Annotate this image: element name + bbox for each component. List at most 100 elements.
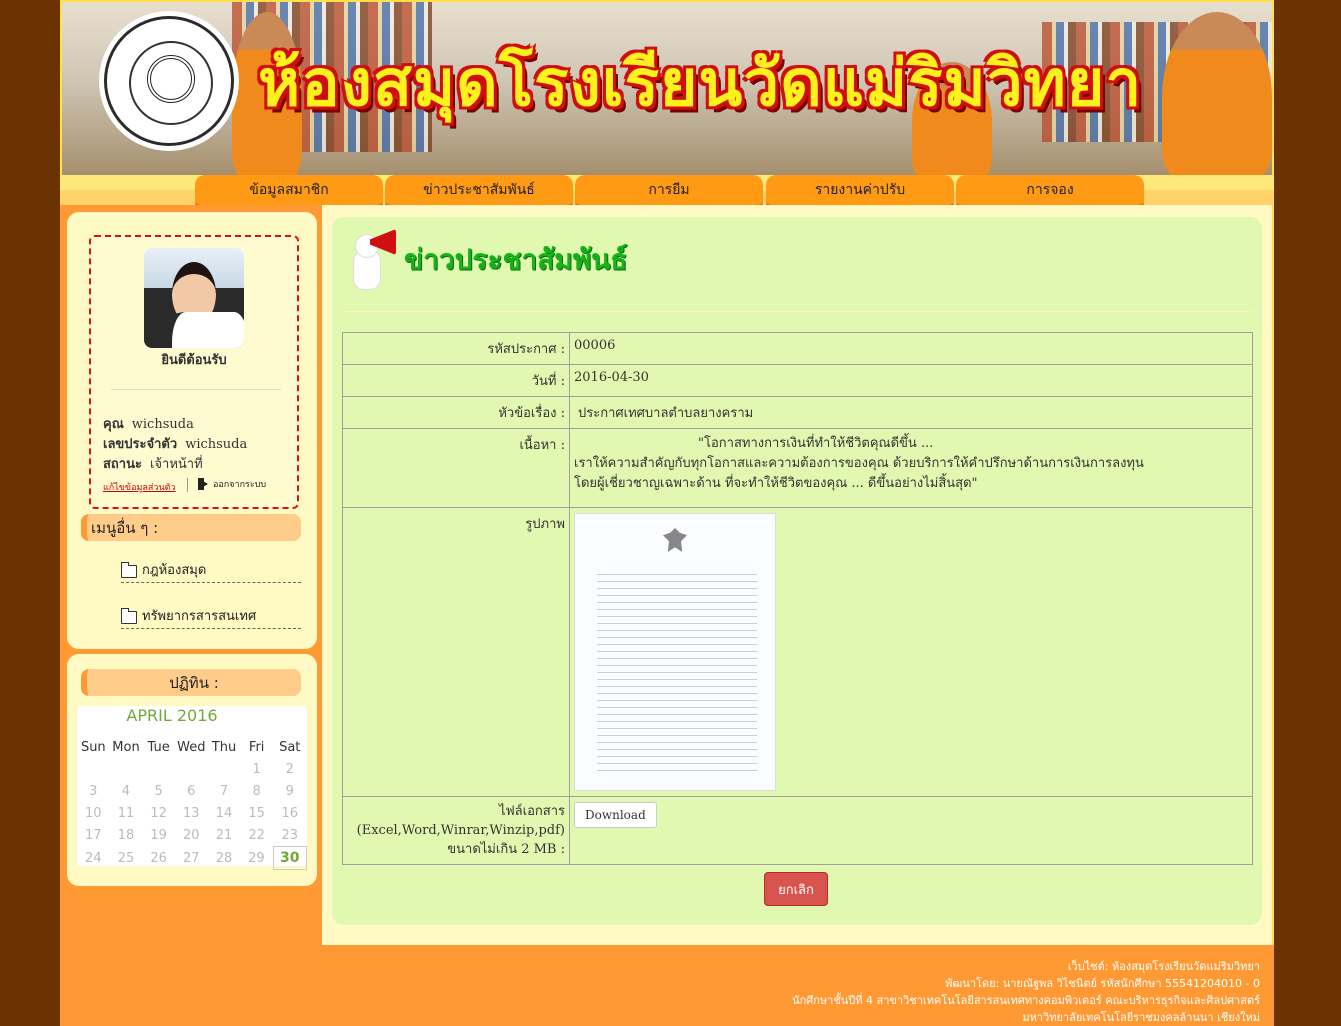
divider	[187, 478, 188, 492]
calendar-day[interactable]: 29	[240, 847, 273, 870]
calendar-day[interactable]: 24	[77, 847, 110, 870]
cancel-button[interactable]: ยกเลิก	[764, 872, 828, 906]
calendar-day[interactable]: 4	[110, 780, 143, 802]
date-label: วันที่ :	[342, 364, 570, 397]
content-label: เนื้อหา :	[342, 428, 570, 508]
announcement-image[interactable]	[574, 513, 776, 791]
nav-item-news[interactable]: ข่าวประชาสัมพันธ์	[385, 175, 573, 208]
calendar-day[interactable]: 22	[240, 824, 273, 847]
calendar-day	[175, 758, 208, 780]
document-text-lines	[597, 574, 757, 774]
table-row: เนื้อหา : "โอกาสทางการเงินที่ทำให้ชีวิตค…	[342, 428, 1253, 508]
calendar-day[interactable]: 15	[240, 802, 273, 824]
download-button[interactable]: Download	[574, 802, 657, 828]
nav-item-borrow[interactable]: การยืม	[575, 175, 763, 208]
calendar-day[interactable]: 26	[142, 847, 175, 870]
nav-item-fine-report[interactable]: รายงานค่าปรับ	[766, 175, 954, 208]
menu-item-label: กฎห้องสมุด	[142, 562, 207, 578]
divider	[342, 311, 1252, 312]
weekday-header: Sat	[279, 739, 301, 755]
monk-image	[1162, 12, 1272, 175]
calendar-day[interactable]: 21	[208, 824, 241, 847]
footer-university: มหาวิทยาลัยเทคโนโลยีราชมงคลล้านนา เชียงใ…	[1022, 1011, 1260, 1024]
content-line: โดยผู้เชี่ยวชาญเฉพาะด้าน ที่จะทำให้ชีวิต…	[574, 476, 978, 491]
table-row: รูปภาพ	[342, 507, 1253, 797]
image-cell	[569, 507, 1253, 797]
calendar-day	[110, 758, 143, 780]
folder-icon	[121, 607, 137, 624]
member-status-row: สถานะ เจ้าหน้าที่	[103, 453, 203, 474]
site-title: ห้องสมุดโรงเรียนวัดแม่ริมวิทยา	[258, 47, 1143, 121]
calendar-day[interactable]: 2	[273, 758, 306, 780]
calendar-day[interactable]: 5	[142, 780, 175, 802]
calendar-day[interactable]: 20	[175, 824, 208, 847]
calendar-day[interactable]: 14	[208, 802, 241, 824]
calendar-day[interactable]: 1	[240, 758, 273, 780]
member-card: ยินดีต้อนรับ คุณ wichsuda เลขประจำตัว wich…	[67, 212, 317, 649]
file-label-line: ไฟล์เอกสาร	[498, 804, 565, 819]
calendar: APRIL 2016 Sun Mon Tue Wed Thu Fri Sat 1…	[77, 706, 308, 870]
table-row: หัวข้อเรื่อง : ประกาศเทศบาลตำบลยางคราม	[342, 396, 1253, 429]
code-value: 00006	[569, 332, 1253, 365]
logout-label: ออกจากระบบ	[213, 480, 267, 490]
calendar-day[interactable]: 18	[110, 824, 143, 847]
avatar	[144, 248, 244, 348]
garuda-emblem-icon	[663, 528, 687, 552]
calendar-day[interactable]: 3	[77, 780, 110, 802]
content-line: "โอกาสทางการเงินที่ทำให้ชีวิตคุณดีขึ้น .…	[698, 436, 934, 451]
calendar-day-today[interactable]: 30	[272, 846, 308, 870]
file-label-line: ขนาดไม่เกิน 2 MB :	[447, 842, 565, 857]
member-id-label: เลขประจำตัว	[103, 437, 178, 452]
main-content: ข่าวประชาสัมพันธ์ รหัสประกาศ : 00006 วัน…	[322, 205, 1272, 945]
calendar-day[interactable]: 23	[273, 824, 306, 847]
header-banner: ห้องสมุดโรงเรียนวัดแม่ริมวิทยา	[62, 2, 1272, 175]
calendar-day[interactable]: 12	[142, 802, 175, 824]
member-status-label: สถานะ	[103, 457, 142, 472]
page-title: ข่าวประชาสัมพันธ์	[404, 243, 628, 276]
calendar-day[interactable]: 8	[240, 780, 273, 802]
subject-label: หัวข้อเรื่อง :	[342, 396, 570, 429]
news-panel: ข่าวประชาสัมพันธ์ รหัสประกาศ : 00006 วัน…	[332, 217, 1262, 925]
table-row: ไฟล์เอกสาร (Excel,Word,Winrar,Winzip,pdf…	[342, 796, 1253, 865]
calendar-grid: Sun Mon Tue Wed Thu Fri Sat 1 2 3 4 5 6 …	[77, 736, 308, 870]
subject-value: ประกาศเทศบาลตำบลยางคราม	[569, 396, 1253, 429]
profile-box: ยินดีต้อนรับ คุณ wichsuda เลขประจำตัว wich…	[89, 235, 299, 509]
calendar-day[interactable]: 10	[77, 802, 110, 824]
welcome-text: ยินดีต้อนรับ	[161, 353, 227, 368]
logout-icon	[198, 478, 208, 490]
menu-item-library-rules[interactable]: กฎห้องสมุด	[121, 556, 301, 583]
file-label: ไฟล์เอกสาร (Excel,Word,Winrar,Winzip,pdf…	[342, 796, 570, 865]
menu-item-information-resources[interactable]: ทรัพยากรสารสนเทศ	[121, 602, 301, 629]
footer-department: นักศึกษาชั้นปีที่ 4 สาขาวิชาเทคโนโลยีสาร…	[792, 994, 1260, 1007]
page-header: ข่าวประชาสัมพันธ์	[348, 225, 627, 295]
other-menu-heading: เมนูอื่น ๆ :	[81, 514, 301, 541]
calendar-day[interactable]: 11	[110, 802, 143, 824]
sidebar: ยินดีต้อนรับ คุณ wichsuda เลขประจำตัว wich…	[60, 205, 322, 945]
calendar-day[interactable]: 25	[110, 847, 143, 870]
calendar-day[interactable]: 16	[273, 802, 306, 824]
school-seal-logo	[104, 16, 234, 146]
calendar-day[interactable]: 27	[175, 847, 208, 870]
nav-item-member-info[interactable]: ข้อมูลสมาชิก	[195, 175, 383, 208]
calendar-day[interactable]: 13	[175, 802, 208, 824]
menu-item-label: ทรัพยากรสารสนเทศ	[142, 608, 257, 624]
nav-item-reservation[interactable]: การจอง	[956, 175, 1144, 208]
calendar-day[interactable]: 9	[273, 780, 306, 802]
calendar-day[interactable]: 7	[208, 780, 241, 802]
footer-developer: พัฒนาโดย: นายณัฐพล วิไชนิตย์ รหัสนักศึกษ…	[945, 977, 1260, 990]
calendar-card: ปฏิทิน : APRIL 2016 Sun Mon Tue Wed Thu …	[67, 654, 317, 886]
footer-site: เว็บไซต์: ห้องสมุดโรงเรียนวัดแม่ริมวิทยา	[1067, 960, 1260, 973]
calendar-day	[208, 758, 241, 780]
calendar-day[interactable]: 28	[208, 847, 241, 870]
weekday-header: Thu	[211, 739, 237, 755]
logout-button[interactable]: ออกจากระบบ	[198, 477, 266, 491]
member-name-label: คุณ	[103, 417, 124, 432]
member-id-row: เลขประจำตัว wichsuda	[103, 433, 247, 454]
calendar-day[interactable]: 17	[77, 824, 110, 847]
calendar-day[interactable]: 19	[142, 824, 175, 847]
calendar-day	[142, 758, 175, 780]
edit-profile-link[interactable]: แก้ไขข้อมูลส่วนตัว	[103, 480, 176, 494]
member-status-value: เจ้าหน้าที่	[149, 457, 203, 472]
calendar-day[interactable]: 6	[175, 780, 208, 802]
weekday-header: Tue	[147, 739, 170, 755]
